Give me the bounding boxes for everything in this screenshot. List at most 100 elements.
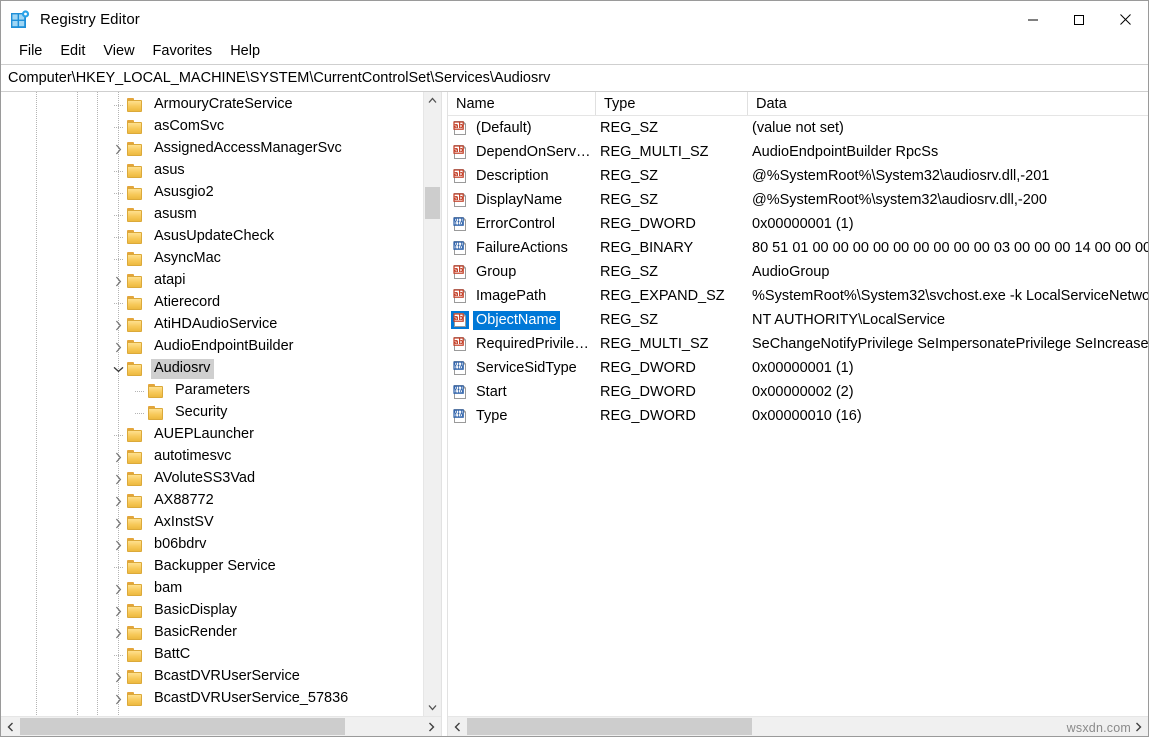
scroll-down-icon[interactable] — [424, 699, 441, 716]
value-name: FailureActions — [473, 239, 571, 258]
chevron-right-icon[interactable] — [110, 493, 126, 509]
chevron-right-icon[interactable] — [110, 603, 126, 619]
registry-value-row[interactable]: 011110FailureActionsREG_BINARY80 51 01 0… — [448, 236, 1148, 260]
maximize-button[interactable] — [1056, 1, 1102, 38]
tree-item[interactable]: BattC — [1, 644, 423, 666]
values-hscroll-track[interactable] — [467, 717, 1129, 736]
address-bar[interactable]: Computer\HKEY_LOCAL_MACHINE\SYSTEM\Curre… — [1, 64, 1148, 92]
chevron-right-icon[interactable] — [110, 625, 126, 641]
folder-icon — [127, 494, 144, 509]
tree-item[interactable]: AX88772 — [1, 490, 423, 512]
chevron-down-icon[interactable] — [110, 361, 126, 377]
registry-value-row[interactable]: abObjectNameREG_SZNT AUTHORITY\LocalServ… — [448, 308, 1148, 332]
tree-item[interactable]: Asusgio2 — [1, 182, 423, 204]
registry-value-row[interactable]: abGroupREG_SZAudioGroup — [448, 260, 1148, 284]
tree-item[interactable]: Audiosrv — [1, 358, 423, 380]
chevron-right-icon[interactable] — [110, 273, 126, 289]
tree-item-label: AtiHDAudioService — [151, 315, 281, 335]
values-horizontal-scrollbar[interactable] — [448, 716, 1148, 736]
tree-item[interactable]: bam — [1, 578, 423, 600]
registry-value-row[interactable]: abDependOnServiceREG_MULTI_SZAudioEndpoi… — [448, 140, 1148, 164]
scroll-right-icon[interactable] — [422, 717, 441, 736]
registry-value-row[interactable]: abDisplayNameREG_SZ@%SystemRoot%\system3… — [448, 188, 1148, 212]
chevron-right-icon[interactable] — [110, 141, 126, 157]
minimize-button[interactable] — [1010, 1, 1056, 38]
tree-item[interactable]: BasicDisplay — [1, 600, 423, 622]
registry-value-row[interactable]: 011110ErrorControlREG_DWORD0x00000001 (1… — [448, 212, 1148, 236]
folder-icon — [127, 252, 144, 267]
folder-icon — [127, 186, 144, 201]
tree-item[interactable]: AVoluteSS3Vad — [1, 468, 423, 490]
menu-file[interactable]: File — [10, 41, 51, 61]
tree-scrollbar-thumb[interactable] — [425, 187, 440, 219]
folder-icon — [127, 230, 144, 245]
tree-hscroll-track[interactable] — [20, 717, 422, 736]
registry-value-row[interactable]: abRequiredPrivileg...REG_MULTI_SZSeChang… — [448, 332, 1148, 356]
tree-item[interactable]: asus — [1, 160, 423, 182]
tree-item[interactable]: AUEPLauncher — [1, 424, 423, 446]
registry-value-row[interactable]: abImagePathREG_EXPAND_SZ%SystemRoot%\Sys… — [448, 284, 1148, 308]
tree-item[interactable]: Backupper Service — [1, 556, 423, 578]
tree-item[interactable]: BasicRender — [1, 622, 423, 644]
registry-value-row[interactable]: ab(Default)REG_SZ(value not set) — [448, 116, 1148, 140]
values-scroll-right-icon[interactable] — [1129, 717, 1148, 736]
value-data: %SystemRoot%\System32\svchost.exe -k Loc… — [748, 288, 1148, 304]
tree-node-stub — [131, 383, 147, 399]
tree-vertical-scrollbar[interactable] — [423, 92, 441, 716]
values-hscroll-thumb[interactable] — [467, 718, 752, 735]
window-title: Registry Editor — [40, 11, 140, 28]
tree-item[interactable]: asComSvc — [1, 116, 423, 138]
svg-text:ab: ab — [454, 314, 463, 322]
close-button[interactable] — [1102, 1, 1148, 38]
tree-item-label: Audiosrv — [151, 359, 214, 379]
registry-value-row[interactable]: abDescriptionREG_SZ@%SystemRoot%\System3… — [448, 164, 1148, 188]
registry-value-row[interactable]: 011110StartREG_DWORD0x00000002 (2) — [448, 380, 1148, 404]
tree-item[interactable]: Atierecord — [1, 292, 423, 314]
tree-hscroll-thumb[interactable] — [20, 718, 345, 735]
folder-icon — [127, 450, 144, 465]
chevron-right-icon[interactable] — [110, 537, 126, 553]
chevron-right-icon[interactable] — [110, 515, 126, 531]
tree-item[interactable]: Parameters — [1, 380, 423, 402]
registry-value-row[interactable]: 011110ServiceSidTypeREG_DWORD0x00000001 … — [448, 356, 1148, 380]
menu-help[interactable]: Help — [221, 41, 269, 61]
tree-item[interactable]: AsusUpdateCheck — [1, 226, 423, 248]
tree-item[interactable]: BcastDVRUserService — [1, 666, 423, 688]
tree-scroll-area: ArmouryCrateServiceasComSvcAssignedAcces… — [1, 92, 423, 716]
column-header-data[interactable]: Data — [748, 92, 1148, 115]
scroll-left-icon[interactable] — [1, 717, 20, 736]
column-header-type[interactable]: Type — [596, 92, 748, 115]
tree-item[interactable]: atapi — [1, 270, 423, 292]
pane-splitter[interactable] — [441, 92, 448, 736]
chevron-right-icon[interactable] — [110, 581, 126, 597]
tree-item[interactable]: asusm — [1, 204, 423, 226]
menu-favorites[interactable]: Favorites — [144, 41, 222, 61]
menu-view[interactable]: View — [94, 41, 143, 61]
tree-item[interactable]: AtiHDAudioService — [1, 314, 423, 336]
tree-horizontal-scrollbar[interactable] — [1, 716, 441, 736]
tree-item[interactable]: BcastDVRUserService_57836 — [1, 688, 423, 710]
tree-item[interactable]: AxInstSV — [1, 512, 423, 534]
chevron-right-icon[interactable] — [110, 691, 126, 707]
values-scroll-left-icon[interactable] — [448, 717, 467, 736]
tree-item[interactable]: b06bdrv — [1, 534, 423, 556]
tree-item[interactable]: AssignedAccessManagerSvc — [1, 138, 423, 160]
svg-text:110: 110 — [454, 413, 463, 418]
tree-item[interactable]: AsyncMac — [1, 248, 423, 270]
chevron-right-icon[interactable] — [110, 669, 126, 685]
scroll-up-icon[interactable] — [424, 92, 441, 109]
column-header-name[interactable]: Name — [448, 92, 596, 115]
chevron-right-icon[interactable] — [110, 449, 126, 465]
value-type: REG_SZ — [596, 120, 748, 136]
tree-item[interactable]: ArmouryCrateService — [1, 94, 423, 116]
tree-item[interactable]: Security — [1, 402, 423, 424]
chevron-right-icon[interactable] — [110, 317, 126, 333]
registry-value-row[interactable]: 011110TypeREG_DWORD0x00000010 (16) — [448, 404, 1148, 428]
address-path: Computer\HKEY_LOCAL_MACHINE\SYSTEM\Curre… — [8, 70, 550, 86]
chevron-right-icon[interactable] — [110, 339, 126, 355]
menu-edit[interactable]: Edit — [51, 41, 94, 61]
tree-item[interactable]: autotimesvc — [1, 446, 423, 468]
chevron-right-icon[interactable] — [110, 471, 126, 487]
folder-icon — [127, 296, 144, 311]
tree-item[interactable]: AudioEndpointBuilder — [1, 336, 423, 358]
